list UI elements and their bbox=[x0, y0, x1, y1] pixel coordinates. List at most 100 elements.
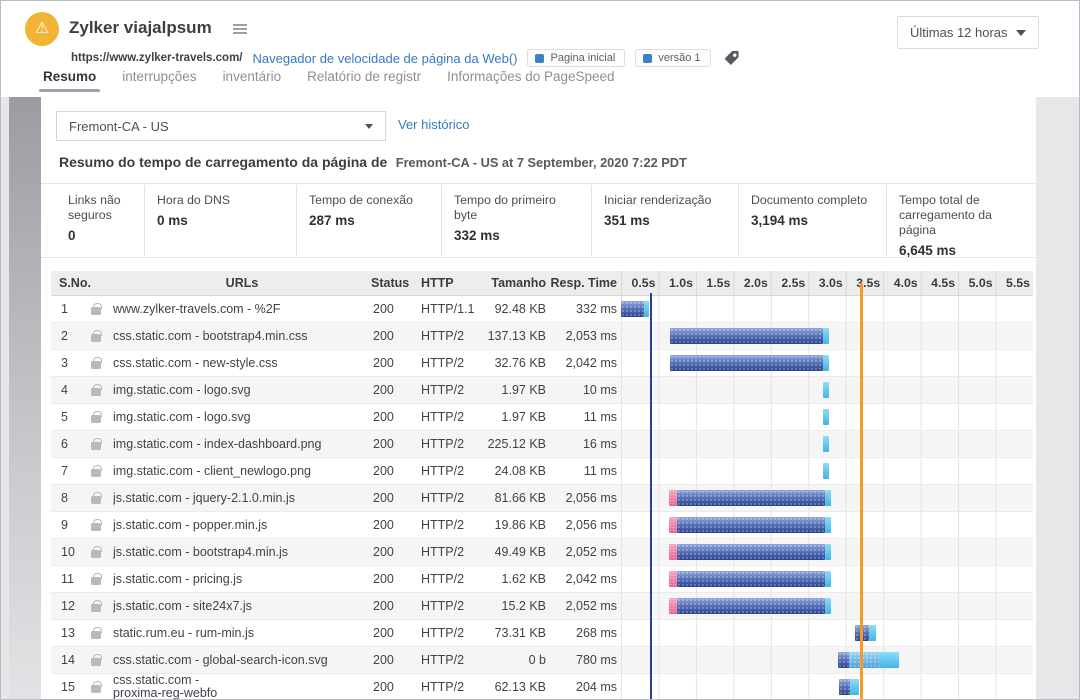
lock-icon bbox=[91, 550, 101, 558]
table-row[interactable]: 3 css.static.com - new-style.css 200 HTT… bbox=[51, 350, 1033, 377]
table-row[interactable]: 10 js.static.com - bootstrap4.min.js 200… bbox=[51, 539, 1033, 566]
waterfall-segment-cyan[interactable] bbox=[825, 490, 831, 506]
waterfall-segment-navy[interactable] bbox=[677, 544, 825, 560]
table-row[interactable]: 4 img.static.com - logo.svg 200 HTTP/2 1… bbox=[51, 377, 1033, 404]
waterfall-segment-pink[interactable] bbox=[669, 490, 677, 506]
waterfall-segment-navy[interactable] bbox=[621, 301, 644, 317]
row-url: js.static.com - bootstrap4.min.js bbox=[113, 546, 371, 559]
row-number: 15 bbox=[51, 680, 91, 694]
table-row[interactable]: 9 js.static.com - popper.min.js 200 HTTP… bbox=[51, 512, 1033, 539]
tab-relatorio[interactable]: Relatório de registr bbox=[307, 69, 421, 92]
waterfall-segment-cyan[interactable] bbox=[823, 355, 829, 371]
row-url: js.static.com - jquery-2.1.0.min.js bbox=[113, 492, 371, 505]
waterfall-segment-cyan[interactable] bbox=[644, 301, 649, 317]
row-status: 200 bbox=[371, 437, 413, 451]
row-timeline bbox=[621, 404, 1033, 430]
waterfall-segment-cyan[interactable] bbox=[823, 382, 829, 398]
summary-subtitle: Fremont-CA - US at 7 September, 2020 7:2… bbox=[396, 155, 687, 170]
waterfall-segment-navy[interactable] bbox=[670, 355, 823, 371]
row-http: HTTP/2 bbox=[413, 329, 479, 343]
row-number: 7 bbox=[51, 464, 91, 478]
view-history-link[interactable]: Ver histórico bbox=[398, 117, 470, 132]
table-row[interactable]: 6 img.static.com - index-dashboard.png 2… bbox=[51, 431, 1033, 458]
waterfall-segment-navy[interactable] bbox=[670, 328, 823, 344]
waterfall-segment-blue[interactable] bbox=[849, 652, 879, 668]
row-number: 14 bbox=[51, 653, 91, 667]
waterfall-segment-pink[interactable] bbox=[669, 598, 677, 614]
badge-home-page[interactable]: Pagina inicial bbox=[527, 49, 625, 67]
waterfall-segment-cyan[interactable] bbox=[850, 679, 859, 695]
waterfall-segment-navy[interactable] bbox=[677, 517, 825, 533]
tag-icon[interactable] bbox=[725, 51, 739, 65]
row-status: 200 bbox=[371, 491, 413, 505]
table-row[interactable]: 14 css.static.com - global-search-icon.s… bbox=[51, 647, 1033, 674]
tab-pagespeed[interactable]: Informações do PageSpeed bbox=[447, 69, 614, 92]
table-row[interactable]: 15 css.static.com - proxima-reg-webfo 20… bbox=[51, 674, 1033, 700]
tab-inventario[interactable]: inventário bbox=[223, 69, 282, 92]
waterfall-segment-pink[interactable] bbox=[669, 544, 677, 560]
waterfall-segment-navy[interactable] bbox=[838, 652, 850, 668]
table-row[interactable]: 11 js.static.com - pricing.js 200 HTTP/2… bbox=[51, 566, 1033, 593]
summary-title: Resumo do tempo de carregamento da págin… bbox=[59, 154, 387, 170]
time-tick: 2.0s bbox=[733, 276, 770, 290]
waterfall-segment-pink[interactable] bbox=[669, 571, 677, 587]
row-timeline bbox=[621, 377, 1033, 403]
time-range-dropdown[interactable]: Últimas 12 horas bbox=[897, 16, 1039, 49]
row-status: 200 bbox=[371, 383, 413, 397]
row-size: 32.76 KB bbox=[479, 356, 546, 370]
waterfall-segment-cyan[interactable] bbox=[825, 517, 831, 533]
row-size: 1.97 KB bbox=[479, 410, 546, 424]
lock-cell bbox=[91, 628, 113, 639]
waterfall-segment-navy[interactable] bbox=[677, 490, 825, 506]
row-number: 9 bbox=[51, 518, 91, 532]
row-url: css.static.com - new-style.css bbox=[113, 357, 371, 370]
table-row[interactable]: 8 js.static.com - jquery-2.1.0.min.js 20… bbox=[51, 485, 1033, 512]
table-row[interactable]: 13 static.rum.eu - rum-min.js 200 HTTP/2… bbox=[51, 620, 1033, 647]
table-row[interactable]: 5 img.static.com - logo.svg 200 HTTP/2 1… bbox=[51, 404, 1033, 431]
waterfall-segment-cyan[interactable] bbox=[823, 409, 829, 425]
header: ⚠ Zylker viajalpsum https://www.zylker-t… bbox=[1, 1, 1079, 97]
waterfall-segment-navy[interactable] bbox=[677, 571, 825, 587]
row-url: img.static.com - logo.svg bbox=[113, 411, 371, 424]
row-resp-time: 204 ms bbox=[546, 680, 621, 694]
metric-start-render: Iniciar renderização 351 ms bbox=[591, 185, 738, 256]
row-resp-time: 2,052 ms bbox=[546, 599, 621, 613]
row-resp-time: 2,042 ms bbox=[546, 356, 621, 370]
waterfall-segment-cyan[interactable] bbox=[825, 598, 831, 614]
row-number: 4 bbox=[51, 383, 91, 397]
lock-cell bbox=[91, 574, 113, 585]
row-http: HTTP/2 bbox=[413, 464, 479, 478]
lock-cell bbox=[91, 547, 113, 558]
waterfall-segment-pink[interactable] bbox=[669, 517, 677, 533]
menu-icon[interactable] bbox=[233, 24, 247, 34]
waterfall-segment-navy[interactable] bbox=[677, 598, 825, 614]
location-dropdown[interactable]: Fremont-CA - US bbox=[56, 111, 386, 141]
waterfall-segment-cyan[interactable] bbox=[823, 463, 829, 479]
table-row[interactable]: 12 js.static.com - site24x7.js 200 HTTP/… bbox=[51, 593, 1033, 620]
row-size: 49.49 KB bbox=[479, 545, 546, 559]
waterfall-segment-cyan[interactable] bbox=[879, 652, 899, 668]
row-timeline bbox=[621, 593, 1033, 619]
row-status: 200 bbox=[371, 653, 413, 667]
waterfall-segment-cyan[interactable] bbox=[825, 571, 831, 587]
waterfall-segment-cyan[interactable] bbox=[869, 625, 877, 641]
waterfall-segment-cyan[interactable] bbox=[823, 328, 829, 344]
waterfall-segment-navy[interactable] bbox=[839, 679, 850, 695]
row-http: HTTP/2 bbox=[413, 356, 479, 370]
waterfall-segment-cyan[interactable] bbox=[823, 436, 829, 452]
row-timeline bbox=[621, 458, 1033, 484]
lock-icon bbox=[91, 361, 101, 369]
row-size: 137.13 KB bbox=[479, 329, 546, 343]
waterfall-segment-cyan[interactable] bbox=[825, 544, 831, 560]
lock-icon bbox=[91, 577, 101, 585]
badge-version[interactable]: versão 1 bbox=[635, 49, 710, 67]
table-row[interactable]: 1 www.zylker-travels.com - %2F 200 HTTP/… bbox=[51, 296, 1033, 323]
table-row[interactable]: 7 img.static.com - client_newlogo.png 20… bbox=[51, 458, 1033, 485]
table-row[interactable]: 2 css.static.com - bootstrap4.min.css 20… bbox=[51, 323, 1033, 350]
row-number: 10 bbox=[51, 545, 91, 559]
tab-resumo[interactable]: Resumo bbox=[43, 69, 96, 92]
pagespeed-browser-link[interactable]: Navegador de velocidade de página da Web… bbox=[252, 51, 517, 66]
tab-interrupcoes[interactable]: interrupções bbox=[122, 69, 196, 92]
row-http: HTTP/2 bbox=[413, 653, 479, 667]
row-url: css.static.com - proxima-reg-webfo bbox=[113, 674, 371, 700]
